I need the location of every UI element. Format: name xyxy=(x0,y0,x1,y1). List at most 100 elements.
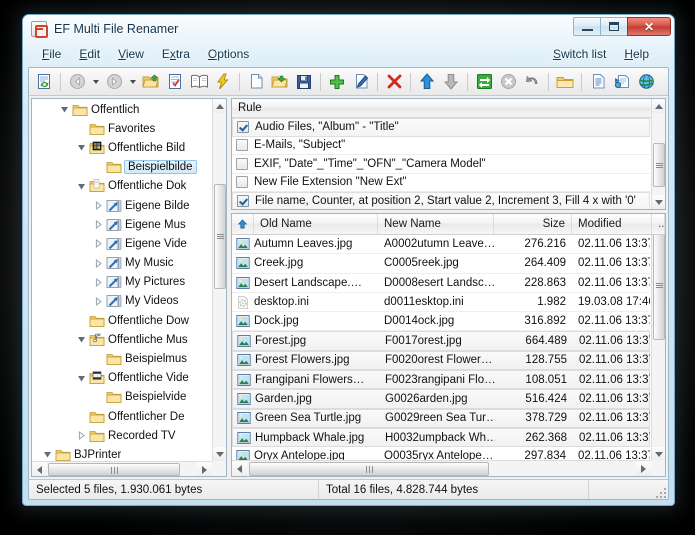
rule-vertical-scrollbar[interactable] xyxy=(651,99,665,209)
edit-icon[interactable] xyxy=(349,70,373,94)
expand-collapse-closed-icon[interactable] xyxy=(91,258,105,268)
file-vertical-scroll-thumb[interactable] xyxy=(653,230,665,340)
rule-vertical-scroll-thumb[interactable] xyxy=(653,143,665,187)
rule-item[interactable]: Audio Files, "Album" - "Title" xyxy=(232,118,650,137)
tree-item[interactable]: Eigene Bilde xyxy=(32,196,212,215)
menu-help[interactable]: Help xyxy=(615,45,658,63)
rule-column-header[interactable]: Rule xyxy=(232,99,665,118)
expand-collapse-closed-icon[interactable] xyxy=(91,296,105,306)
move-up-icon[interactable] xyxy=(415,70,439,94)
column-header-new-name[interactable]: New Name xyxy=(378,214,494,234)
tree-item[interactable]: Öffentliche Dow xyxy=(32,311,212,330)
table-row[interactable]: Green Sea Turtle.jpg G0029reen Sea Tur… 37… xyxy=(232,408,650,428)
expand-collapse-closed-icon[interactable] xyxy=(91,201,105,211)
add-icon[interactable] xyxy=(325,70,349,94)
file-vertical-scrollbar[interactable] xyxy=(651,214,665,461)
rule-scroll-up-button[interactable] xyxy=(652,99,665,113)
menu-edit[interactable]: Edit xyxy=(70,45,109,63)
rule-checkbox[interactable] xyxy=(236,176,248,189)
preview-icon[interactable] xyxy=(610,70,634,94)
tree-item[interactable]: Eigene Vide xyxy=(32,234,212,253)
column-header-old-name[interactable]: Old Name xyxy=(254,214,378,234)
rule-checkbox[interactable] xyxy=(236,157,248,170)
forward-icon[interactable] xyxy=(102,70,126,94)
lightning-icon[interactable] xyxy=(211,70,235,94)
table-row[interactable]: Frangipani Flowers… F0023rangipani Flo… 10… xyxy=(232,370,650,390)
open-folder-icon[interactable] xyxy=(139,70,163,94)
table-row[interactable]: Desert Landscape.… D0008esert Landsc… 228.… xyxy=(232,274,650,293)
tree-vertical-scroll-thumb[interactable] xyxy=(214,184,226,289)
tree-item[interactable]: Öffentliche Vide xyxy=(32,369,212,388)
tree-item[interactable]: My Music xyxy=(32,254,212,273)
expand-collapse-closed-icon[interactable] xyxy=(91,277,105,287)
resize-grip[interactable] xyxy=(656,487,666,498)
column-header-extra[interactable]: .. xyxy=(652,214,665,234)
file-horizontal-scroll-thumb[interactable] xyxy=(249,462,489,476)
delete-icon[interactable] xyxy=(382,70,406,94)
menu-file[interactable]: File xyxy=(33,45,70,63)
file-scroll-right-button[interactable] xyxy=(636,461,651,476)
save-icon[interactable] xyxy=(292,70,316,94)
tree-item[interactable]: Beispielbilde xyxy=(32,158,212,177)
tree-item[interactable]: Recorded TV xyxy=(32,426,212,445)
expand-collapse-open-icon[interactable] xyxy=(57,105,71,114)
tree-item[interactable]: Beispielmus xyxy=(32,349,212,368)
tree-item[interactable]: BJPrinter xyxy=(32,445,212,461)
expand-collapse-closed-icon[interactable] xyxy=(74,431,88,441)
expand-collapse-open-icon[interactable] xyxy=(74,143,88,152)
table-row[interactable]: Creek.jpg C0005reek.jpg 264.409 02.11.06 13… xyxy=(232,254,650,274)
rename-icon[interactable] xyxy=(472,70,496,94)
menu-extra[interactable]: Extra xyxy=(153,45,199,63)
table-row[interactable]: Humpback Whale.jpg H0032umpback Wh… 262.36… xyxy=(232,427,650,448)
properties-icon[interactable] xyxy=(586,70,610,94)
tree-item[interactable]: Öffentliche Dok xyxy=(32,177,212,196)
tree-item[interactable]: Öffentlich xyxy=(32,100,212,119)
new-file-icon[interactable] xyxy=(244,70,268,94)
undo-icon[interactable] xyxy=(520,70,544,94)
table-row[interactable]: Dock.jpg D0014ock.jpg 316.892 02.11.06 13:3… xyxy=(232,312,650,332)
rule-item[interactable]: File name, Counter, at position 2, Start… xyxy=(232,192,650,209)
table-row[interactable]: Oryx Antelope.jpg O0035ryx Antelope… 297.8… xyxy=(232,447,650,460)
tree-scroll-up-button[interactable] xyxy=(213,99,226,113)
table-row[interactable]: Garden.jpg G0026arden.jpg 516.424 02.11.06 … xyxy=(232,389,650,409)
tree-item[interactable]: Öffentlicher De xyxy=(32,407,212,426)
tree-item[interactable]: Beispielvide xyxy=(32,388,212,407)
expand-collapse-open-icon[interactable] xyxy=(74,335,88,344)
cancel-icon[interactable] xyxy=(496,70,520,94)
expand-collapse-open-icon[interactable] xyxy=(74,182,88,191)
tree-item[interactable]: My Videos xyxy=(32,292,212,311)
minimize-button[interactable] xyxy=(573,17,601,36)
tree-scroll-down-button[interactable] xyxy=(213,447,226,461)
menu-options[interactable]: Options xyxy=(199,45,258,63)
globe-icon[interactable] xyxy=(634,70,658,94)
table-row[interactable]: Forest.jpg F0017orest.jpg 664.489 02.11.06 … xyxy=(232,331,650,351)
maximize-button[interactable] xyxy=(600,17,628,36)
tree-horizontal-scroll-thumb[interactable] xyxy=(48,463,180,476)
checklist-icon[interactable] xyxy=(163,70,187,94)
folder-tree-pane[interactable]: Öffentlich Favorites Öffentliche Bild Beisp… xyxy=(31,98,227,477)
menu-view[interactable]: View xyxy=(109,45,153,63)
tree-item[interactable]: Favorites xyxy=(32,119,212,138)
table-row[interactable]: desktop.ini d0011esktop.ini 1.982 19.03.08 … xyxy=(232,293,650,313)
tree-vertical-scrollbar[interactable] xyxy=(212,99,226,461)
tree-item[interactable]: My Pictures xyxy=(32,273,212,292)
rule-scroll-down-button[interactable] xyxy=(652,195,665,209)
tree-horizontal-scrollbar[interactable] xyxy=(32,461,212,476)
table-row[interactable]: Forest Flowers.jpg F0020orest Flower… 128.… xyxy=(232,350,650,371)
back-dropdown-icon[interactable] xyxy=(89,70,102,94)
column-header-size[interactable]: Size xyxy=(494,214,572,234)
expand-collapse-closed-icon[interactable] xyxy=(91,220,105,230)
expand-collapse-open-icon[interactable] xyxy=(74,374,88,383)
rule-item[interactable]: E-Mails, "Subject" xyxy=(232,137,650,155)
close-button[interactable]: ✕ xyxy=(627,17,671,36)
file-list[interactable]: Old Name New Name Size Modified .. Autum… xyxy=(231,213,666,477)
rule-checkbox[interactable] xyxy=(236,139,248,152)
tree-item[interactable]: Öffentliche Mus xyxy=(32,330,212,349)
file-scroll-left-button[interactable] xyxy=(232,461,247,476)
tree-scroll-right-button[interactable] xyxy=(197,462,212,476)
refresh-icon[interactable] xyxy=(32,70,56,94)
tree-item[interactable]: Öffentliche Bild xyxy=(32,138,212,157)
file-scroll-down-button[interactable] xyxy=(652,447,665,461)
table-row[interactable]: Autumn Leaves.jpg A0002utumn Leave… 276.21… xyxy=(232,235,650,255)
rule-item[interactable]: New File Extension "New Ext" xyxy=(232,174,650,192)
